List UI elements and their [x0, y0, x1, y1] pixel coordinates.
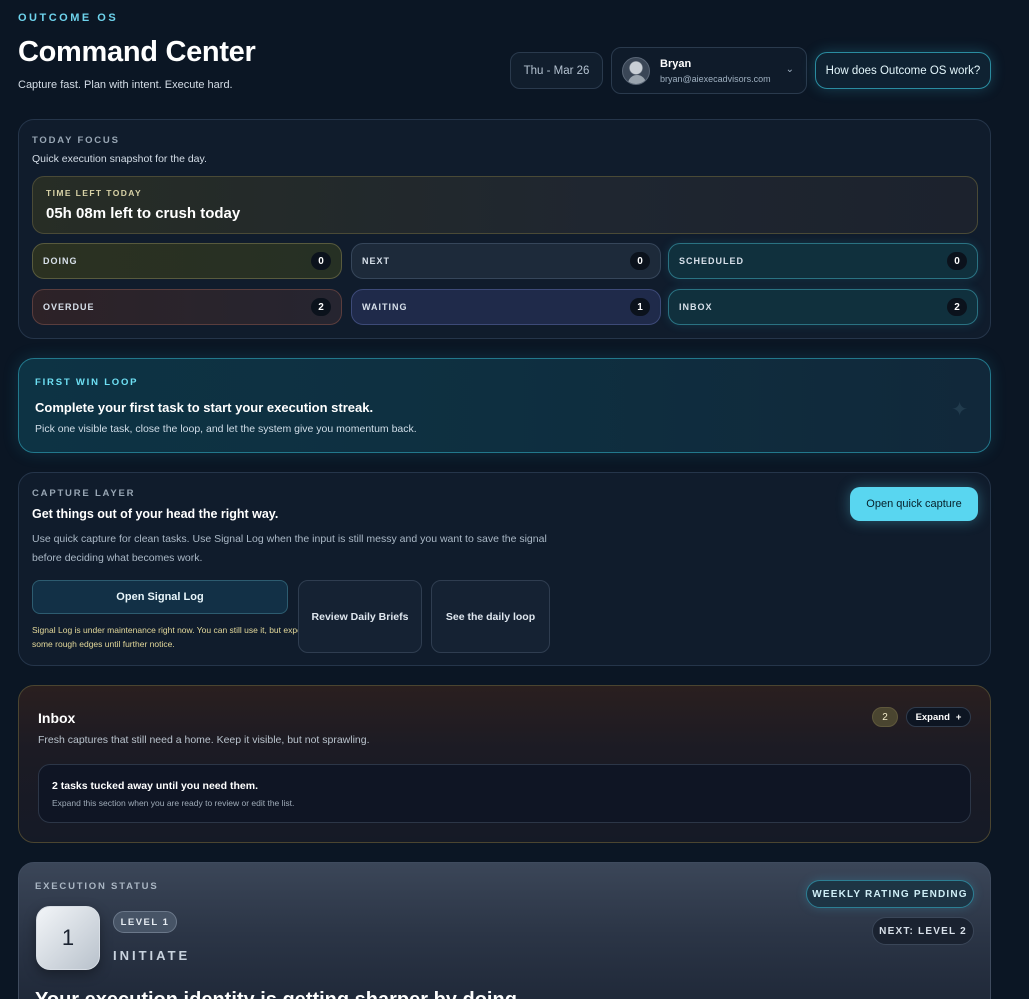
capture-description: Use quick capture for clean tasks. Use S… — [32, 533, 547, 564]
stat-inbox-label: INBOX — [679, 302, 713, 312]
first-win-title: Complete your first task to start your e… — [35, 400, 374, 415]
time-left-label: TIME LEFT TODAY — [46, 188, 143, 198]
execution-status-label: EXECUTION STATUS — [35, 881, 159, 892]
stat-overdue-count: 2 — [311, 298, 331, 316]
expand-label: Expand — [915, 711, 950, 723]
stat-next[interactable]: NEXT 0 — [351, 243, 661, 279]
time-left-card: TIME LEFT TODAY 05h 08m left to crush to… — [32, 176, 978, 234]
level-number-tile: 1 — [36, 906, 100, 970]
stat-next-count: 0 — [630, 252, 650, 270]
stat-scheduled-count: 0 — [947, 252, 967, 270]
stat-scheduled-label: SCHEDULED — [679, 256, 745, 266]
tucked-subtitle: Expand this section when you are ready t… — [52, 798, 295, 808]
today-focus-label: TODAY FOCUS — [32, 135, 120, 146]
execution-heading: Your execution identity is getting sharp… — [35, 989, 522, 999]
time-left-value: 05h 08m left to crush today — [46, 205, 241, 222]
level-badge: LEVEL 1 — [113, 911, 177, 933]
inbox-count-badge: 2 — [872, 707, 898, 727]
tucked-title: 2 tasks tucked away until you need them. — [52, 780, 258, 792]
stat-doing-count: 0 — [311, 252, 331, 270]
capture-title: Get things out of your head the right wa… — [32, 507, 279, 521]
stat-waiting[interactable]: WAITING 1 — [351, 289, 661, 325]
page-subtitle: Capture fast. Plan with intent. Execute … — [18, 79, 233, 91]
stat-doing-label: DOING — [43, 256, 78, 266]
level-name: INITIATE — [113, 948, 191, 963]
user-menu[interactable]: Bryan bryan@aiexecadvisors.com ⌄ — [611, 47, 807, 94]
today-focus-subtitle: Quick execution snapshot for the day. — [32, 153, 207, 165]
stat-inbox-count: 2 — [947, 298, 967, 316]
stat-next-label: NEXT — [362, 256, 391, 266]
next-level-pill: NEXT: LEVEL 2 — [872, 917, 974, 945]
inbox-expand-button[interactable]: Expand + — [906, 707, 971, 727]
inbox-subtitle: Fresh captures that still need a home. K… — [38, 734, 370, 746]
user-name: Bryan — [660, 58, 692, 70]
open-signal-log-button[interactable]: Open Signal Log — [32, 580, 288, 614]
chevron-down-icon: ⌄ — [785, 64, 794, 75]
stat-overdue[interactable]: OVERDUE 2 — [32, 289, 342, 325]
capture-label: CAPTURE LAYER — [32, 488, 136, 499]
first-win-subtitle: Pick one visible task, close the loop, a… — [35, 423, 417, 435]
stat-scheduled[interactable]: SCHEDULED 0 — [668, 243, 978, 279]
today-focus-card: TODAY FOCUS Quick execution snapshot for… — [18, 119, 991, 339]
weekly-rating-pill: WEEKLY RATING PENDING — [806, 880, 974, 908]
first-win-label: FIRST WIN LOOP — [35, 377, 139, 388]
inbox-title: Inbox — [38, 710, 76, 726]
stat-doing[interactable]: DOING 0 — [32, 243, 342, 279]
open-quick-capture-button[interactable]: Open quick capture — [850, 487, 978, 521]
sparkle-icon: ✦ — [951, 399, 968, 421]
user-email: bryan@aiexecadvisors.com — [660, 74, 771, 84]
first-win-card: FIRST WIN LOOP Complete your first task … — [18, 358, 991, 453]
stat-waiting-count: 1 — [630, 298, 650, 316]
review-daily-briefs-button[interactable]: Review Daily Briefs — [298, 580, 422, 653]
capture-layer-card: CAPTURE LAYER Get things out of your hea… — [18, 472, 991, 666]
inbox-collapsed-panel: 2 tasks tucked away until you need them.… — [38, 764, 971, 823]
date-pill: Thu - Mar 26 — [510, 52, 603, 89]
brand-label: OUTCOME OS — [18, 12, 119, 24]
avatar — [622, 57, 650, 85]
stat-waiting-label: WAITING — [362, 302, 408, 312]
inbox-card: Inbox Fresh captures that still need a h… — [18, 685, 991, 843]
stat-overdue-label: OVERDUE — [43, 302, 95, 312]
plus-icon: + — [955, 711, 962, 723]
page-title: Command Center — [18, 36, 256, 68]
see-daily-loop-button[interactable]: See the daily loop — [431, 580, 550, 653]
stat-inbox[interactable]: INBOX 2 — [668, 289, 978, 325]
how-it-works-button[interactable]: How does Outcome OS work? — [815, 52, 991, 89]
signal-log-note: Signal Log is under maintenance right no… — [32, 625, 309, 649]
execution-status-card: EXECUTION STATUS 1 LEVEL 1 INITIATE WEEK… — [18, 862, 991, 999]
